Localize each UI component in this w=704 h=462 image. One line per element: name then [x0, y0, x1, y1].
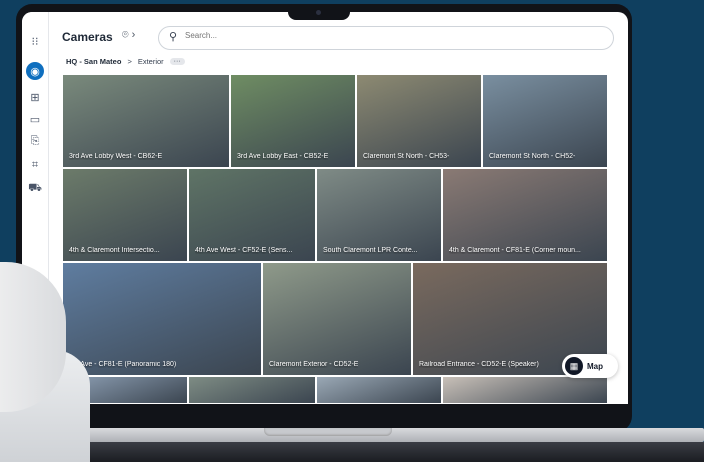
camera-tile[interactable]: 3rd Ave Lobby East - CB52-E [230, 74, 356, 168]
camera-tile[interactable]: 4th & Claremont - CF81-E (Corner moun... [442, 168, 608, 262]
camera-tile-label: Railroad Entrance - CD52-E (Speaker) [419, 361, 539, 368]
person-scan-icon[interactable]: ⌗ [26, 156, 44, 174]
camera-grid: 3rd Ave Lobby West - CB62-E 3rd Ave Lobb… [48, 74, 628, 404]
camera-tile[interactable]: 4th Ave West - CF52-E (Sens... [188, 168, 316, 262]
camera-tile-label: Claremont St North - CH52- [489, 153, 576, 160]
camera-tile[interactable] [316, 376, 442, 404]
dome-camera-product [0, 262, 118, 462]
camera-tile[interactable]: Claremont Exterior - CD52-E [262, 262, 412, 376]
map-icon: ▦ [565, 357, 583, 375]
search-input[interactable] [183, 30, 587, 41]
device-icon[interactable]: ⎘ [26, 132, 44, 150]
archive-icon[interactable]: ▭ [26, 110, 44, 128]
cameras-icon[interactable]: ◉ [26, 62, 44, 80]
camera-tile-label: 4th & Claremont - CF81-E (Corner moun... [449, 247, 581, 254]
webcam-notch [288, 4, 350, 20]
webcam-dot [316, 10, 321, 15]
camera-tile[interactable]: 3rd Ave Lobby West - CB62-E [62, 74, 230, 168]
camera-tile[interactable] [188, 376, 316, 404]
location-pin-icon[interactable]: ⌾ › [122, 29, 135, 42]
camera-tile-label: Claremont Exterior - CD52-E [269, 361, 359, 368]
layout-icon[interactable]: ⊞ [26, 88, 44, 106]
camera-tile[interactable] [442, 376, 608, 404]
search-box[interactable]: ⚲ [158, 26, 614, 50]
camera-tile[interactable]: Claremont St North - CH52- [482, 74, 608, 168]
laptop-lid-notch [264, 428, 392, 436]
map-button[interactable]: ▦ Map [562, 354, 618, 378]
apps-grid-icon[interactable]: ⁝⁝ [26, 32, 44, 50]
search-icon: ⚲ [169, 31, 178, 43]
camera-tile[interactable]: 4th & Claremont Intersectio... [62, 168, 188, 262]
map-label: Map [587, 361, 603, 371]
breadcrumb-more-button[interactable]: ··· [169, 58, 185, 65]
breadcrumb-root[interactable]: HQ - San Mateo [66, 57, 121, 66]
breadcrumb: HQ - San Mateo > Exterior ··· [66, 57, 185, 66]
camera-tile-label: 3rd Ave Lobby West - CB62-E [69, 153, 163, 160]
camera-tile[interactable]: Claremont St North - CH53- [356, 74, 482, 168]
breadcrumb-separator: > [127, 57, 132, 66]
camera-tile-label: South Claremont LPR Conte... [323, 247, 418, 254]
camera-tile[interactable]: South Claremont LPR Conte... [316, 168, 442, 262]
camera-tile-label: Claremont St North - CH53- [363, 153, 450, 160]
vehicle-icon[interactable]: ⛟ [26, 180, 44, 198]
page-title: Cameras [62, 30, 113, 44]
camera-tile-label: 3rd Ave Lobby East - CB52-E [237, 153, 329, 160]
breadcrumb-current[interactable]: Exterior [138, 57, 164, 66]
camera-tile-label: 4th & Claremont Intersectio... [69, 247, 160, 254]
camera-tile-label: 4th Ave West - CF52-E (Sens... [195, 247, 293, 254]
